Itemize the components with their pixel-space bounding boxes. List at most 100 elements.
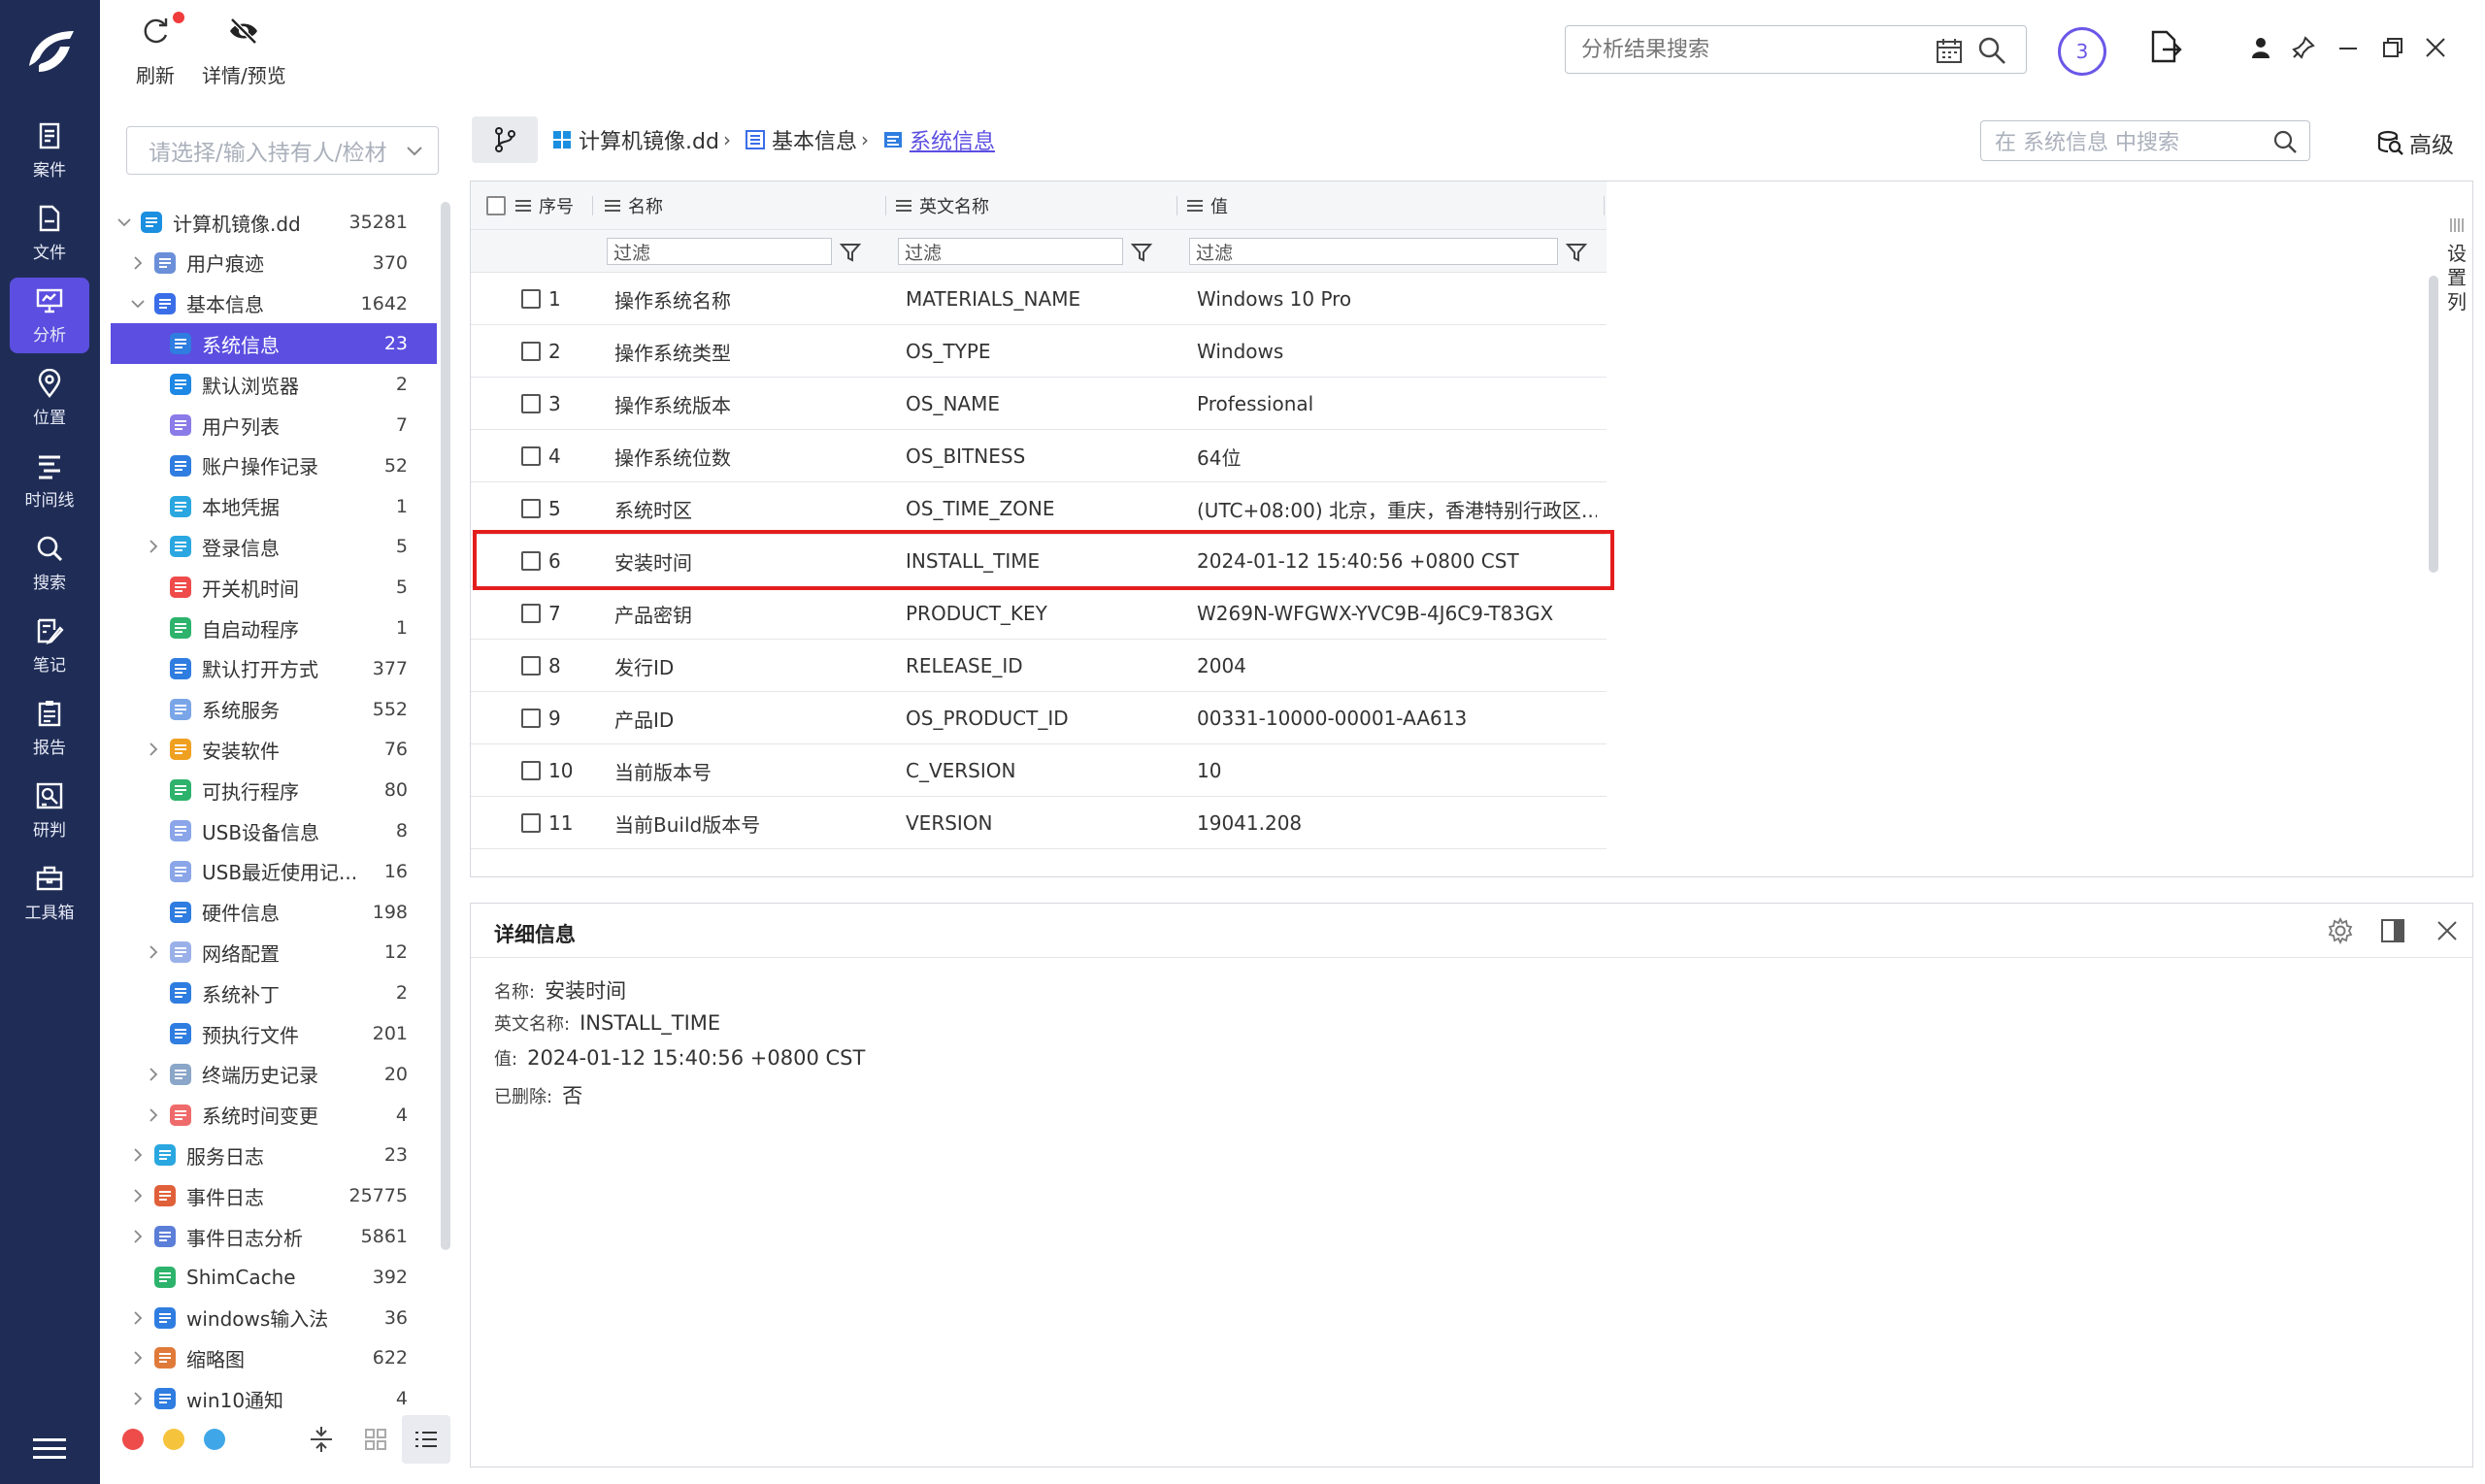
- row-checkbox[interactable]: [521, 709, 541, 728]
- grid-scrollbar[interactable]: [2429, 276, 2438, 573]
- owner-select[interactable]: 请选择/输入持有人/检材: [126, 126, 439, 175]
- row-select-cell[interactable]: 4: [521, 430, 599, 482]
- select-all-checkbox[interactable]: [486, 196, 506, 215]
- table-row[interactable]: 11 当前Build版本号 VERSION 19041.208: [471, 797, 1607, 849]
- advanced-search-button[interactable]: 高级: [2376, 126, 2454, 159]
- result-search-box[interactable]: [1565, 25, 2027, 74]
- rail-item-note[interactable]: 笔记: [10, 608, 89, 683]
- row-select-cell[interactable]: 8: [521, 640, 599, 692]
- table-row[interactable]: 8 发行ID RELEASE_ID 2004: [471, 640, 1607, 692]
- filter-icon[interactable]: [1131, 242, 1152, 263]
- table-row[interactable]: 7 产品密钥 PRODUCT_KEY W269N-WFGWX-YVC9B-4J6C9-…: [471, 587, 1607, 640]
- tree-item-autostart[interactable]: 自启动程序 1: [111, 608, 437, 648]
- tree-item-user-trace[interactable]: 用户痕迹 370: [111, 243, 437, 283]
- rail-item-search[interactable]: 搜索: [10, 525, 89, 601]
- tree-item-network[interactable]: 网络配置 12: [111, 932, 437, 973]
- filter-input-english-name[interactable]: 过滤: [898, 238, 1123, 265]
- chevron-down-icon[interactable]: [116, 214, 132, 230]
- column-name[interactable]: 名称: [605, 181, 886, 230]
- tree-item-event-log[interactable]: 事件日志 25775: [111, 1175, 437, 1216]
- close-window-icon[interactable]: [2423, 35, 2448, 60]
- tree-item-clock[interactable]: 系统时间变更 4: [111, 1095, 437, 1136]
- chevron-down-icon[interactable]: [130, 296, 146, 312]
- row-checkbox[interactable]: [521, 342, 541, 361]
- column-divider[interactable]: [1604, 196, 1605, 215]
- tree-item-shimcache[interactable]: ShimCache 392: [111, 1257, 437, 1298]
- column-header-name[interactable]: 名称: [628, 193, 663, 218]
- row-checkbox[interactable]: [521, 394, 541, 413]
- chevron-right-icon[interactable]: [146, 742, 161, 757]
- tree-item-account-log[interactable]: 账户操作记录 52: [111, 445, 437, 486]
- chevron-right-icon[interactable]: [146, 1107, 161, 1123]
- chevron-right-icon[interactable]: [146, 1067, 161, 1082]
- row-select-cell[interactable]: 7: [521, 587, 599, 640]
- row-checkbox[interactable]: [521, 499, 541, 518]
- table-row[interactable]: 3 操作系统版本 OS_NAME Professional: [471, 378, 1607, 430]
- breadcrumb-item-image[interactable]: 计算机镜像.dd ›: [551, 124, 739, 155]
- row-checkbox[interactable]: [521, 761, 541, 780]
- column-divider[interactable]: [592, 196, 593, 215]
- filter-input-name[interactable]: 过滤: [607, 238, 832, 265]
- tree-item-thumbnail[interactable]: 缩略图 622: [111, 1337, 437, 1378]
- tree-item-usb-recent[interactable]: USB最近使用记... 16: [111, 851, 437, 892]
- tree-scrollbar[interactable]: [441, 202, 450, 1250]
- chevron-right-icon[interactable]: [130, 1310, 146, 1326]
- column-menu-icon[interactable]: [515, 199, 531, 213]
- column-divider[interactable]: [885, 196, 886, 215]
- row-select-cell[interactable]: 5: [521, 482, 599, 535]
- row-checkbox[interactable]: [521, 656, 541, 676]
- chevron-right-icon[interactable]: [130, 1391, 146, 1406]
- row-checkbox[interactable]: [521, 604, 541, 623]
- table-row[interactable]: 10 当前版本号 C_VERSION 10: [471, 744, 1607, 797]
- column-menu-icon[interactable]: [605, 199, 620, 213]
- tree-item-ie-browser[interactable]: 默认浏览器 2: [111, 364, 437, 405]
- rail-item-file[interactable]: 文件: [10, 195, 89, 271]
- tree-item-power[interactable]: 开关机时间 5: [111, 567, 437, 608]
- tree-item-login[interactable]: 登录信息 5: [111, 526, 437, 567]
- select-all-checkbox-cell[interactable]: 序号: [486, 181, 593, 230]
- table-row[interactable]: 2 操作系统类型 OS_TYPE Windows: [471, 325, 1607, 378]
- pin-icon[interactable]: [2291, 35, 2316, 60]
- table-row[interactable]: 4 操作系统位数 OS_BITNESS 64位: [471, 430, 1607, 482]
- row-select-cell[interactable]: 2: [521, 325, 599, 378]
- tree-item-event-analysis[interactable]: 事件日志分析 5861: [111, 1216, 437, 1257]
- row-select-cell[interactable]: 1: [521, 273, 599, 325]
- table-row[interactable]: 9 产品ID OS_PRODUCT_ID 00331-10000-00001-AA61…: [471, 692, 1607, 744]
- tree-item-service-log[interactable]: 服务日志 23: [111, 1135, 437, 1175]
- column-header-english-name[interactable]: 英文名称: [919, 193, 989, 218]
- rail-item-analysis[interactable]: 分析: [10, 278, 89, 353]
- tree-item-default-open[interactable]: 默认打开方式 377: [111, 648, 437, 689]
- tree-item-terminal[interactable]: 终端历史记录 20: [111, 1054, 437, 1095]
- rail-item-report[interactable]: 报告: [10, 690, 89, 766]
- chevron-right-icon[interactable]: [130, 1350, 146, 1366]
- tree-item-usb[interactable]: USB设备信息 8: [111, 810, 437, 851]
- breadcrumb-item-system-info[interactable]: 系统信息: [882, 124, 995, 155]
- tree-item-user-list[interactable]: 用户列表 7: [111, 405, 437, 445]
- blue-mark-dot[interactable]: [204, 1429, 225, 1450]
- row-checkbox[interactable]: [521, 813, 541, 833]
- tree-item-prefetch[interactable]: 预执行文件 201: [111, 1013, 437, 1054]
- tree-item-credential[interactable]: 本地凭据 1: [111, 486, 437, 527]
- column-divider[interactable]: [1176, 196, 1177, 215]
- chevron-right-icon[interactable]: [130, 255, 146, 271]
- chevron-right-icon[interactable]: [130, 1229, 146, 1244]
- row-select-cell[interactable]: 9: [521, 692, 599, 744]
- search-icon[interactable]: [1977, 36, 2006, 65]
- search-icon[interactable]: [2272, 129, 2298, 154]
- breadcrumb-item-basic-info[interactable]: 基本信息 ›: [745, 124, 877, 155]
- restore-icon[interactable]: [2380, 35, 2405, 60]
- collapse-all-icon[interactable]: [307, 1425, 336, 1454]
- hamburger-menu-icon[interactable]: [33, 1436, 66, 1462]
- row-select-cell[interactable]: 10: [521, 744, 599, 797]
- row-checkbox[interactable]: [521, 289, 541, 309]
- branch-button[interactable]: [472, 116, 538, 163]
- chevron-right-icon[interactable]: [146, 944, 161, 960]
- rail-item-toolbox[interactable]: 工具箱: [10, 855, 89, 931]
- tree-item-executable[interactable]: 可执行程序 80: [111, 770, 437, 810]
- list-view-button[interactable]: [402, 1415, 450, 1464]
- result-search-input[interactable]: [1581, 37, 1911, 62]
- chevron-right-icon[interactable]: [130, 1188, 146, 1204]
- tree-item-basic-info[interactable]: 基本信息 1642: [111, 283, 437, 324]
- tree-item-patch[interactable]: 系统补丁 2: [111, 973, 437, 1013]
- chevron-right-icon[interactable]: [130, 1147, 146, 1163]
